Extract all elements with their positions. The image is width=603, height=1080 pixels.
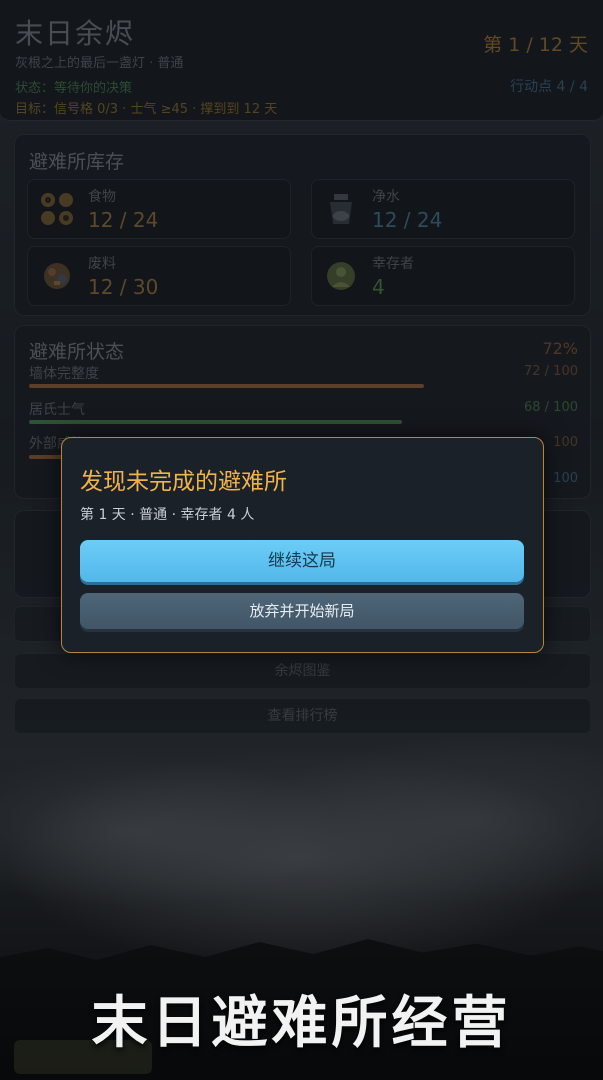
promo-banner-text: 末日避难所经营 bbox=[91, 991, 512, 1056]
continue-game-button[interactable]: 继续这局 bbox=[80, 540, 524, 582]
dialog-title: 发现未完成的避难所 bbox=[80, 469, 287, 495]
dialog-subtitle: 第 1 天 · 普通 · 幸存者 4 人 bbox=[80, 507, 255, 523]
resume-game-dialog: 发现未完成的避难所 第 1 天 · 普通 · 幸存者 4 人 继续这局 放弃并开… bbox=[61, 437, 544, 653]
abandon-and-restart-button[interactable]: 放弃并开始新局 bbox=[80, 593, 524, 629]
